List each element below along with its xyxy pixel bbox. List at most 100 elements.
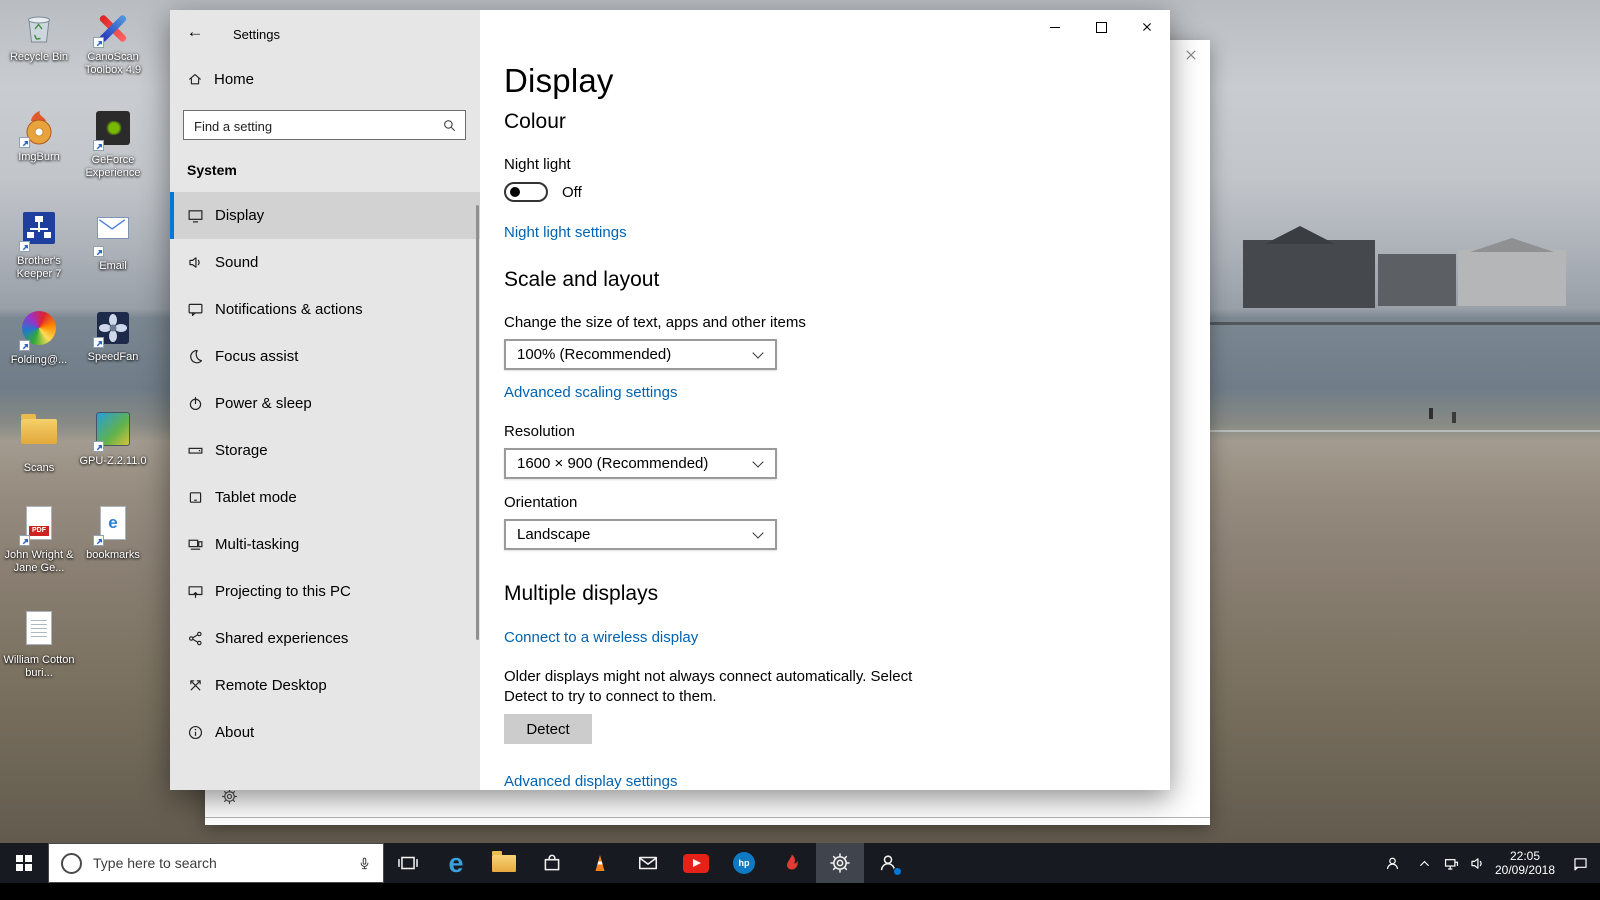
file-explorer-button[interactable]: [480, 843, 528, 883]
sidebar-item-about[interactable]: About: [170, 709, 480, 756]
advanced-display-link[interactable]: Advanced display settings: [504, 773, 677, 790]
size-label: Change the size of text, apps and other …: [504, 314, 806, 331]
shortcut-badge: [93, 37, 104, 48]
desktop-icon-email[interactable]: Email: [76, 208, 150, 273]
wallpaper-person: [1429, 408, 1433, 419]
section-heading-scale: Scale and layout: [504, 268, 660, 291]
info-icon: [187, 724, 204, 741]
chevron-down-icon: [752, 527, 764, 539]
minimize-button[interactable]: [1032, 10, 1078, 44]
desktop-icon-william-cotton[interactable]: William Cotton buri...: [2, 608, 76, 680]
start-button[interactable]: [0, 843, 48, 883]
sidebar-item-display[interactable]: Display: [170, 192, 480, 239]
desktop-icon-speedfan[interactable]: SpeedFan: [76, 308, 150, 364]
night-light-settings-link[interactable]: Night light settings: [504, 224, 627, 241]
shortcut-badge: [93, 246, 104, 257]
system-tray: 22:05 20/09/2018: [1374, 843, 1600, 883]
close-icon[interactable]: [1184, 48, 1198, 62]
desktop-icon-scans[interactable]: Scans: [2, 408, 76, 475]
sidebar-item-remote-desktop[interactable]: Remote Desktop: [170, 662, 480, 709]
maximize-button[interactable]: [1078, 10, 1124, 44]
pdf-file-icon: PDF: [19, 506, 59, 546]
chevron-up-icon: [1417, 856, 1432, 871]
orientation-dropdown[interactable]: Landscape: [504, 519, 777, 550]
people-button[interactable]: [864, 843, 912, 883]
sidebar-item-sound[interactable]: Sound: [170, 239, 480, 286]
wallpaper-roof: [1265, 226, 1335, 244]
wireless-display-link[interactable]: Connect to a wireless display: [504, 629, 698, 646]
microphone-icon[interactable]: [357, 856, 372, 871]
sidebar-item-shared-experiences[interactable]: Shared experiences: [170, 615, 480, 662]
edge-button[interactable]: e: [432, 843, 480, 883]
sidebar-scrollbar[interactable]: [476, 205, 479, 640]
scaling-dropdown[interactable]: 100% (Recommended): [504, 339, 777, 370]
wallpaper-building: [1458, 250, 1566, 306]
back-button[interactable]: ←: [178, 16, 212, 48]
tray-contact-button[interactable]: [1374, 843, 1410, 883]
mail-button[interactable]: [624, 843, 672, 883]
taskbar-search-box[interactable]: [48, 843, 384, 883]
sidebar-item-focus-assist[interactable]: Focus assist: [170, 333, 480, 380]
sidebar-item-notifications[interactable]: Notifications & actions: [170, 286, 480, 333]
desktop-icon-label: bookmarks: [86, 549, 140, 561]
desktop-icon-john-wright-pdf[interactable]: PDF John Wright & Jane Ge...: [2, 503, 76, 575]
music-app-button[interactable]: [768, 843, 816, 883]
night-light-label: Night light: [504, 156, 571, 173]
toggle-knob: [510, 187, 520, 197]
speaker-icon: [187, 254, 204, 271]
sidebar-item-label: Shared experiences: [215, 630, 349, 647]
action-center-button[interactable]: [1560, 843, 1600, 883]
settings-search-box[interactable]: [183, 110, 466, 140]
chevron-down-icon: [752, 456, 764, 468]
clock-time: 22:05: [1509, 849, 1541, 863]
network-tray-button[interactable]: [1438, 843, 1464, 883]
desktop-icon-bookmarks[interactable]: e bookmarks: [76, 503, 150, 562]
sidebar-item-tablet-mode[interactable]: Tablet mode: [170, 474, 480, 521]
desktop-screen: Recycle Bin ImgBurn Brother's Keeper 7 F…: [0, 0, 1600, 900]
desktop-icon-geforce[interactable]: GeForce Experience: [76, 108, 150, 180]
wallpaper-building: [1243, 240, 1375, 308]
folding-sphere-icon: [19, 311, 59, 351]
sidebar-item-power-sleep[interactable]: Power & sleep: [170, 380, 480, 427]
windows-logo-icon: [16, 855, 32, 871]
shortcut-badge: [19, 241, 30, 252]
show-hidden-icons-button[interactable]: [1410, 843, 1438, 883]
advanced-scaling-link[interactable]: Advanced scaling settings: [504, 384, 677, 401]
taskbar-search-input[interactable]: [91, 854, 357, 872]
desktop-icon-canoscan[interactable]: CanoScan Toolbox 4.9: [76, 8, 150, 77]
store-button[interactable]: [528, 843, 576, 883]
desktop-icon-label: GeForce Experience: [85, 154, 141, 179]
sidebar-item-home[interactable]: Home: [170, 60, 480, 98]
media-app-button[interactable]: [576, 843, 624, 883]
desktop-icon-label: John Wright & Jane Ge...: [4, 549, 74, 574]
people-badge: [893, 867, 902, 876]
night-light-toggle[interactable]: [504, 182, 548, 202]
tray-clock[interactable]: 22:05 20/09/2018: [1490, 849, 1560, 877]
cortana-icon: [61, 852, 82, 874]
desktop-icon-gpu-z[interactable]: GPU-Z.2.11.0: [76, 408, 150, 468]
sidebar-item-storage[interactable]: Storage: [170, 427, 480, 474]
detect-button[interactable]: Detect: [504, 714, 592, 744]
orange-cone-icon: [595, 855, 605, 871]
desktop-icon-brothers-keeper[interactable]: Brother's Keeper 7: [2, 208, 76, 281]
edge-glyph: e: [108, 513, 118, 532]
brothers-keeper-icon: [19, 212, 59, 252]
sidebar-item-projecting[interactable]: Projecting to this PC: [170, 568, 480, 615]
sidebar-item-label: Sound: [215, 254, 259, 271]
settings-search-input[interactable]: [192, 112, 436, 140]
resolution-dropdown[interactable]: 1600 × 900 (Recommended): [504, 448, 777, 479]
settings-taskbar-button[interactable]: [816, 843, 864, 883]
settings-window: ← Settings Home System Display Sou: [170, 10, 1170, 790]
close-button[interactable]: [1124, 10, 1170, 44]
sidebar-item-multitasking[interactable]: Multi-tasking: [170, 521, 480, 568]
sidebar-section-label: System: [187, 162, 237, 178]
desktop-icon-recycle-bin[interactable]: Recycle Bin: [2, 8, 76, 64]
desktop-icon-folding[interactable]: Folding@...: [2, 308, 76, 367]
youtube-button[interactable]: [672, 843, 720, 883]
desktop-icon-imgburn[interactable]: ImgBurn: [2, 108, 76, 164]
task-view-button[interactable]: [384, 843, 432, 883]
toggle-state-label: Off: [562, 183, 582, 201]
volume-tray-button[interactable]: [1464, 843, 1490, 883]
hp-button[interactable]: hp: [720, 843, 768, 883]
email-icon: [93, 217, 133, 257]
